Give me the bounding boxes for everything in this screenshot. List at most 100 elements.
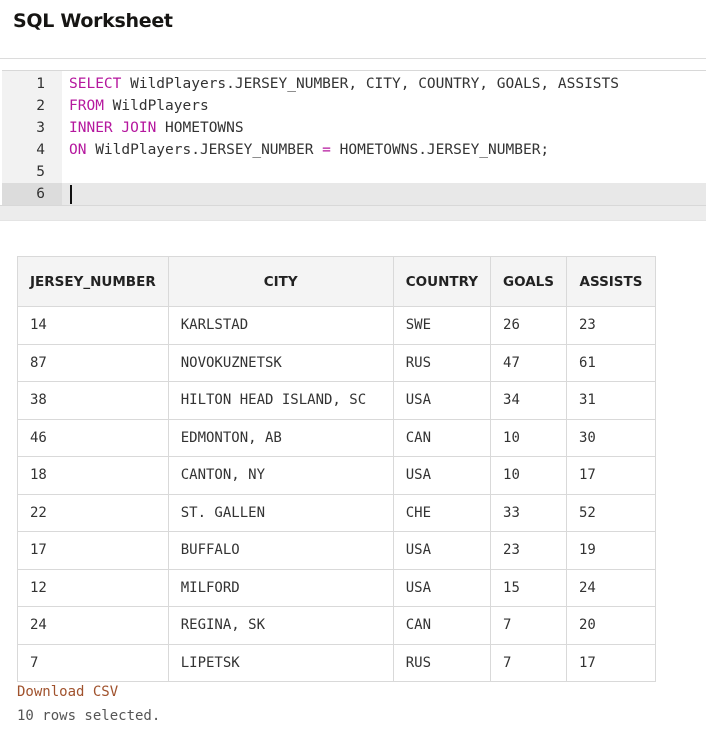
table-cell: 24	[565, 568, 656, 607]
line-number: 2	[36, 98, 45, 114]
table-cell: 12	[17, 568, 169, 607]
table-row: 24 REGINA, SK CAN 7 20	[17, 606, 656, 645]
table-cell: 23	[565, 306, 656, 345]
line-number: 4	[36, 142, 45, 158]
table-cell: USA	[392, 568, 492, 607]
sql-worksheet-page: SQL Worksheet 1 SELECT WildPlayers.JERSE…	[0, 0, 706, 729]
table-row: 22 ST. GALLEN CHE 33 52	[17, 493, 656, 532]
table-cell: 15	[490, 568, 567, 607]
sql-keyword: INNER JOIN	[69, 120, 157, 136]
table-cell: ST. GALLEN	[167, 493, 394, 532]
table-cell: 17	[17, 531, 169, 570]
table-cell: RUS	[392, 343, 492, 382]
table-row: 17 BUFFALO USA 23 19	[17, 531, 656, 570]
line-number: 5	[36, 164, 45, 180]
line-number: 1	[36, 76, 45, 92]
table-cell: 61	[565, 343, 656, 382]
text-cursor	[70, 185, 72, 204]
sql-operator: =	[322, 142, 331, 158]
table-row: 38 HILTON HEAD ISLAND, SC USA 34 31	[17, 381, 656, 420]
table-cell: RUS	[392, 643, 492, 682]
code-line-4[interactable]: 4 ON WildPlayers.JERSEY_NUMBER = HOMETOW…	[2, 139, 706, 161]
code-segment: HOMETOWNS.JERSEY_NUMBER;	[330, 142, 550, 158]
sql-editor[interactable]: 1 SELECT WildPlayers.JERSEY_NUMBER, CITY…	[2, 70, 706, 207]
table-cell: 7	[490, 606, 567, 645]
table-cell: CAN	[392, 606, 492, 645]
table-cell: NOVOKUZNETSK	[167, 343, 394, 382]
title-divider	[0, 58, 706, 59]
column-header[interactable]: ASSISTS	[565, 256, 656, 307]
table-cell: 10	[490, 456, 567, 495]
table-row: 14 KARLSTAD SWE 26 23	[17, 306, 656, 345]
code-text: INNER JOIN HOMETOWNS	[69, 117, 244, 139]
code-segment: WildPlayers.JERSEY_NUMBER	[86, 142, 323, 158]
table-cell: HILTON HEAD ISLAND, SC	[167, 381, 394, 420]
table-cell: EDMONTON, AB	[167, 418, 394, 457]
column-header[interactable]: GOALS	[490, 256, 567, 307]
table-header-row: JERSEY_NUMBER CITY COUNTRY GOALS ASSISTS	[17, 256, 656, 307]
table-row: 12 MILFORD USA 15 24	[17, 568, 656, 607]
table-cell: 47	[490, 343, 567, 382]
column-header[interactable]: JERSEY_NUMBER	[17, 256, 169, 307]
table-cell: 87	[17, 343, 169, 382]
code-text: ON WildPlayers.JERSEY_NUMBER = HOMETOWNS…	[69, 139, 549, 161]
table-row: 18 CANTON, NY USA 10 17	[17, 456, 656, 495]
table-cell: 24	[17, 606, 169, 645]
download-csv-link[interactable]: Download CSV	[17, 684, 118, 700]
table-cell: LIPETSK	[167, 643, 394, 682]
table-cell: 17	[565, 643, 656, 682]
table-cell: 18	[17, 456, 169, 495]
table-cell: 7	[17, 643, 169, 682]
table-cell: 22	[17, 493, 169, 532]
results-panel: JERSEY_NUMBER CITY COUNTRY GOALS ASSISTS…	[17, 256, 656, 682]
table-cell: BUFFALO	[167, 531, 394, 570]
code-segment: HOMETOWNS	[156, 120, 244, 136]
table-cell: MILFORD	[167, 568, 394, 607]
code-text: SELECT WildPlayers.JERSEY_NUMBER, CITY, …	[69, 73, 619, 95]
table-cell: 14	[17, 306, 169, 345]
table-cell: 46	[17, 418, 169, 457]
code-line-5[interactable]: 5	[2, 161, 706, 183]
column-header[interactable]: CITY	[167, 256, 394, 307]
table-cell: CANTON, NY	[167, 456, 394, 495]
table-cell: 17	[565, 456, 656, 495]
sql-keyword: ON	[69, 142, 87, 158]
table-cell: 30	[565, 418, 656, 457]
line-number: 3	[36, 120, 45, 136]
table-cell: SWE	[392, 306, 492, 345]
code-segment: WildPlayers.JERSEY_NUMBER, CITY, COUNTRY…	[121, 76, 619, 92]
line-number: 6	[2, 183, 62, 205]
rows-selected-status: 10 rows selected.	[17, 708, 161, 724]
table-row: 7 LIPETSK RUS 7 17	[17, 643, 656, 682]
code-line-1[interactable]: 1 SELECT WildPlayers.JERSEY_NUMBER, CITY…	[2, 73, 706, 95]
code-segment: WildPlayers	[103, 98, 209, 114]
code-line-6-active[interactable]: 6	[2, 183, 706, 205]
table-cell: KARLSTAD	[167, 306, 394, 345]
sql-keyword: FROM	[69, 98, 104, 114]
table-cell: 26	[490, 306, 567, 345]
table-cell: CHE	[392, 493, 492, 532]
table-cell: CAN	[392, 418, 492, 457]
table-cell: 31	[565, 381, 656, 420]
column-header[interactable]: COUNTRY	[392, 256, 492, 307]
table-cell: 19	[565, 531, 656, 570]
table-cell: 20	[565, 606, 656, 645]
table-cell: 7	[490, 643, 567, 682]
sql-keyword: SELECT	[69, 76, 122, 92]
code-line-3[interactable]: 3 INNER JOIN HOMETOWNS	[2, 117, 706, 139]
table-cell: USA	[392, 381, 492, 420]
code-text: FROM WildPlayers	[69, 95, 209, 117]
table-cell: 38	[17, 381, 169, 420]
table-cell: 34	[490, 381, 567, 420]
page-title: SQL Worksheet	[13, 10, 173, 32]
table-cell: 33	[490, 493, 567, 532]
table-cell: USA	[392, 456, 492, 495]
table-cell: 23	[490, 531, 567, 570]
code-line-2[interactable]: 2 FROM WildPlayers	[2, 95, 706, 117]
table-cell: 10	[490, 418, 567, 457]
table-cell: USA	[392, 531, 492, 570]
table-row: 46 EDMONTON, AB CAN 10 30	[17, 418, 656, 457]
table-row: 87 NOVOKUZNETSK RUS 47 61	[17, 343, 656, 382]
results-table: JERSEY_NUMBER CITY COUNTRY GOALS ASSISTS…	[17, 256, 656, 682]
editor-resize-bar[interactable]	[0, 205, 706, 221]
